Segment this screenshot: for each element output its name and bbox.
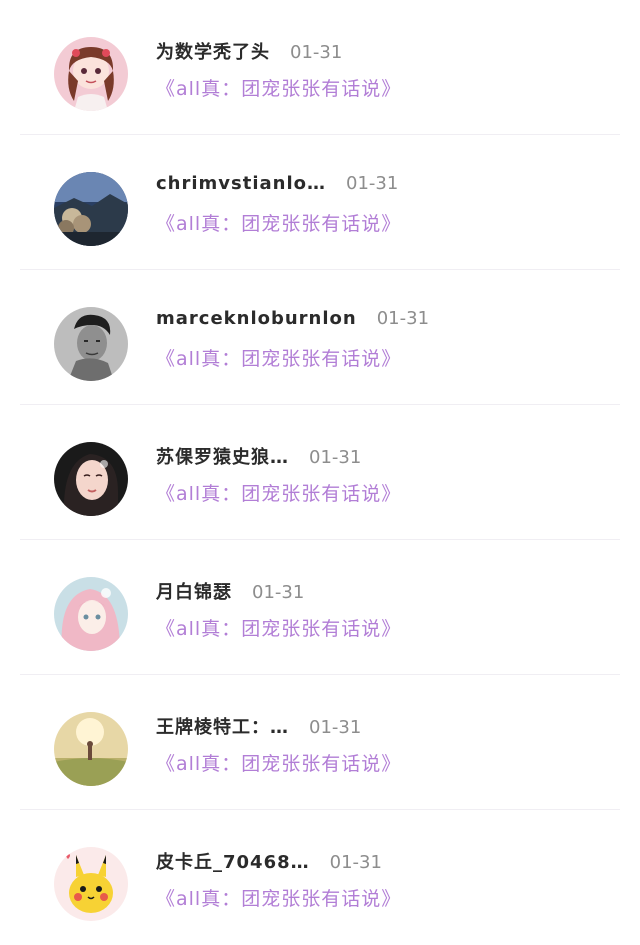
message-preview: 《all真：团宠张张有话说》: [156, 213, 402, 235]
sender-name: 苏倮罗猿史狼…: [156, 447, 289, 468]
anime-girl-avatar[interactable]: [54, 37, 128, 111]
item-header: chrimvstianlo… 01-31: [156, 173, 600, 205]
item-header: 王牌棱特工：… 01-31: [156, 713, 600, 745]
message-preview: 《all真：团宠张张有话说》: [156, 78, 402, 100]
list-item[interactable]: marceknloburnlon 01-31 《all真：团宠张张有话说》: [0, 270, 640, 405]
message-date: 01-31: [329, 852, 382, 873]
list-item[interactable]: 为数学秃了头 01-31 《all真：团宠张张有话说》: [0, 0, 640, 135]
item-meta: marceknloburnlon 01-31 《all真：团宠张张有话说》: [156, 308, 600, 371]
pikachu-avatar[interactable]: [54, 847, 128, 921]
list-item[interactable]: 月白锦瑟 01-31 《all真：团宠张张有话说》: [0, 540, 640, 675]
item-header: 苏倮罗猿史狼… 01-31: [156, 443, 600, 475]
item-header: 为数学秃了头 01-31: [156, 38, 600, 70]
message-preview: 《all真：团宠张张有话说》: [156, 753, 402, 775]
message-preview: 《all真：团宠张张有话说》: [156, 348, 402, 370]
item-header: 月白锦瑟 01-31: [156, 578, 600, 610]
item-meta: 皮卡丘_70468… 01-31 《all真：团宠张张有话说》: [156, 848, 600, 911]
item-header: marceknloburnlon 01-31: [156, 308, 600, 340]
item-meta: 王牌棱特工：… 01-31 《all真：团宠张张有话说》: [156, 713, 600, 776]
woman-portrait-avatar[interactable]: [54, 442, 128, 516]
sender-name: marceknloburnlon: [156, 308, 357, 329]
anime-pink-hair-avatar[interactable]: [54, 577, 128, 651]
message-date: 01-31: [309, 447, 362, 468]
message-date: 01-31: [376, 308, 430, 329]
item-meta: 苏倮罗猿史狼… 01-31 《all真：团宠张张有话说》: [156, 443, 600, 506]
sender-name: chrimvstianlo…: [156, 173, 327, 194]
item-meta: 月白锦瑟 01-31 《all真：团宠张张有话说》: [156, 578, 600, 641]
list-item[interactable]: 苏倮罗猿史狼… 01-31 《all真：团宠张张有话说》: [0, 405, 640, 540]
item-header: 皮卡丘_70468… 01-31: [156, 848, 600, 880]
sender-name: 皮卡丘_70468…: [156, 852, 310, 873]
message-date: 01-31: [252, 582, 305, 603]
sender-name: 为数学秃了头: [156, 42, 270, 63]
list-item[interactable]: 王牌棱特工：… 01-31 《all真：团宠张张有话说》: [0, 675, 640, 810]
item-meta: chrimvstianlo… 01-31 《all真：团宠张张有话说》: [156, 173, 600, 236]
landscape-avatar[interactable]: [54, 172, 128, 246]
man-portrait-avatar[interactable]: [54, 307, 128, 381]
message-preview: 《all真：团宠张张有话说》: [156, 888, 402, 910]
sunset-field-avatar[interactable]: [54, 712, 128, 786]
message-date: 01-31: [346, 173, 399, 194]
message-list: 为数学秃了头 01-31 《all真：团宠张张有话说》 chrimvstianl…: [0, 0, 640, 930]
message-preview: 《all真：团宠张张有话说》: [156, 483, 402, 505]
item-meta: 为数学秃了头 01-31 《all真：团宠张张有话说》: [156, 38, 600, 101]
list-item[interactable]: 皮卡丘_70468… 01-31 《all真：团宠张张有话说》: [0, 810, 640, 945]
message-date: 01-31: [309, 717, 362, 738]
list-item[interactable]: chrimvstianlo… 01-31 《all真：团宠张张有话说》: [0, 135, 640, 270]
sender-name: 月白锦瑟: [156, 582, 232, 603]
message-date: 01-31: [290, 42, 343, 63]
sender-name: 王牌棱特工：…: [156, 717, 289, 738]
message-preview: 《all真：团宠张张有话说》: [156, 618, 402, 640]
